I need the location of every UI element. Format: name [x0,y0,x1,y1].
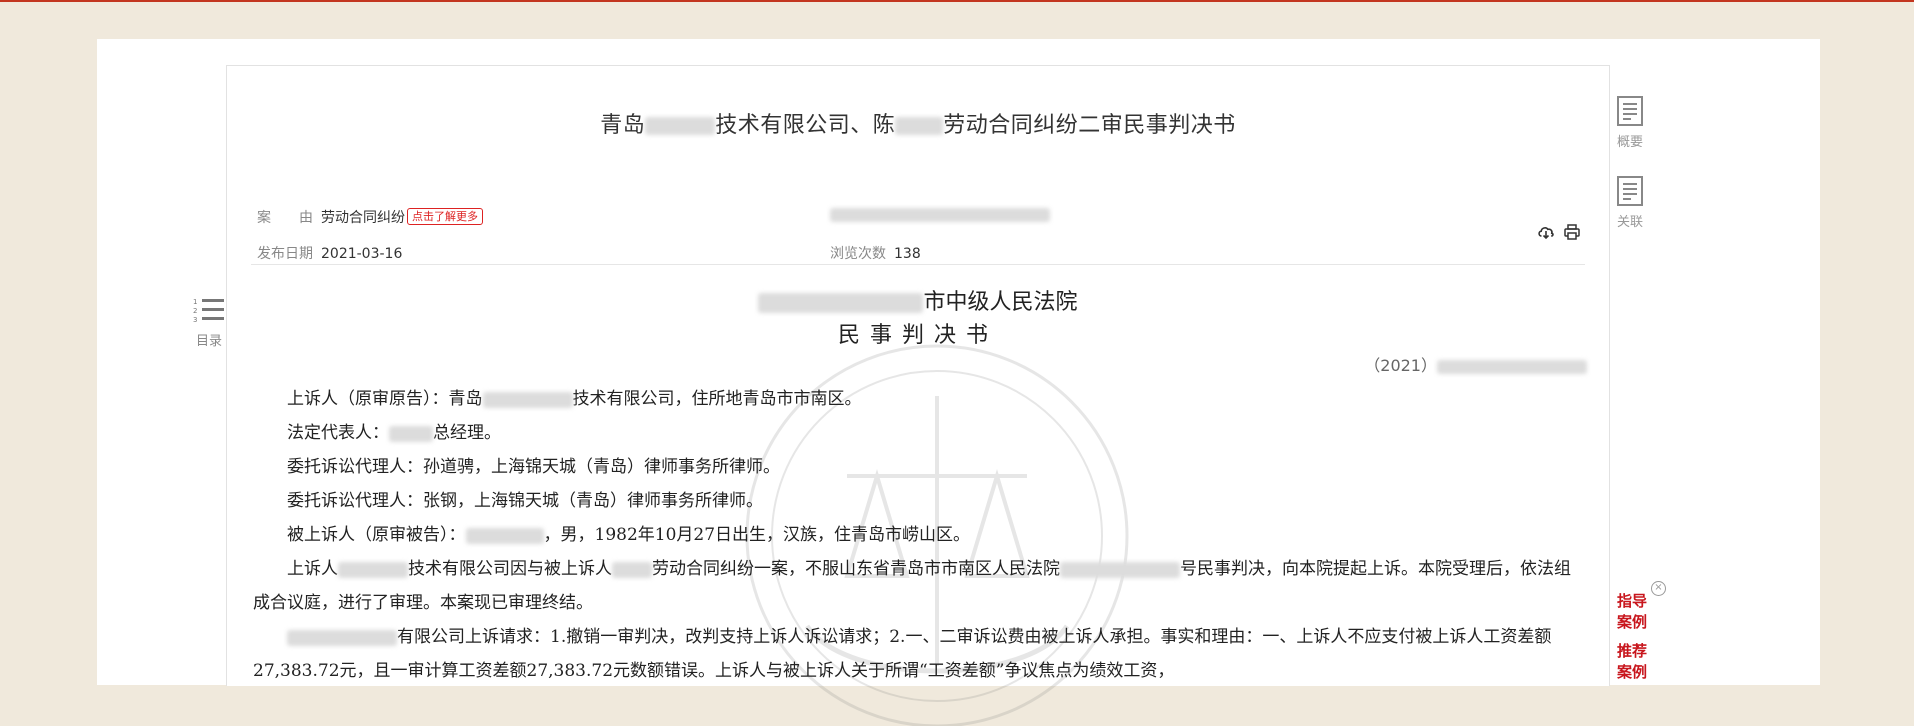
paragraph-appellee: 被上诉人（原审被告）： ，男，1982年10月27日出生，汉族，住青岛市崂山区。 [287,525,971,545]
summary-label: 概要 [1616,135,1643,150]
meta-divider [251,264,1585,265]
court-name: 市中级人民法院 [227,284,1609,316]
learn-more-button[interactable]: 点击了解更多 [407,208,483,225]
meta-views: 浏览次数 138 [830,243,921,263]
related-label: 关联 [1616,215,1643,230]
svg-text:1: 1 [193,298,197,306]
toc-button[interactable]: 1 2 3 目录 [186,296,232,349]
numbered-list-icon: 1 2 3 [193,298,224,324]
recommended-cases-link[interactable]: 推荐案例 [1617,641,1653,683]
meta-cause: 案 由劳动合同纠纷 点击了解更多 [257,207,483,227]
summary-document-icon [1617,96,1643,126]
related-document-icon [1617,176,1643,206]
publish-date-value: 2021-03-16 [321,246,403,262]
download-icon[interactable] [1537,223,1555,241]
redacted-court-prefix [758,293,924,313]
document-tools [1537,223,1581,241]
redacted-case-number-rest [1437,359,1587,374]
cause-label: 案 由 [257,210,313,226]
svg-text:3: 3 [193,316,197,324]
paragraph-legal-rep: 法定代表人： 总经理。 [287,423,501,443]
meta-case-number [830,207,1050,223]
case-number-prefix: （2021） [1364,356,1437,375]
redacted-text [645,117,716,135]
paragraph-appellant: 上诉人（原审原告）：青岛 技术有限公司，住所地青岛市市南区。 [287,389,862,409]
svg-text:2: 2 [193,307,197,315]
meta-publish-date: 发布日期 2021-03-16 [257,243,402,263]
redacted-case-number [830,208,1050,222]
paragraph-agent-2: 委托诉讼代理人：张钢，上海锦天城（青岛）律师事务所律师。 [287,491,763,511]
case-number: （2021） [1364,352,1587,376]
court-name-text: 市中级人民法院 [923,290,1078,315]
title-text-3: 劳动合同纠纷二审民事判决书 [943,113,1236,138]
toc-label: 目录 [195,334,222,349]
publish-date-label: 发布日期 [257,246,313,262]
views-count: 138 [894,246,921,262]
guide-cases-link[interactable]: 指导案例 [1617,591,1653,633]
top-accent-line [0,0,1914,2]
paragraph-agent-1: 委托诉讼代理人：孙道骋，上海锦天城（青岛）律师事务所律师。 [287,457,780,477]
document-frame: 青岛 技术有限公司、陈 劳动合同纠纷二审民事判决书 案 由劳动合同纠纷 点击了解更多 … [226,65,1610,726]
document-type: 民事判决书 [837,323,998,348]
title-text-1: 青岛 [600,113,646,138]
judgment-body: 上诉人（原审原告）：青岛 技术有限公司，住所地青岛市市南区。 法定代表人： 总经理。… [253,382,1583,688]
paragraph-case-summary: 上诉人 技术有限公司因与被上诉人 劳动合同纠纷一案，不服山东省青岛市市南区人民法院号… [253,559,1571,613]
paragraph-appeal-request: 有限公司上诉请求：1.撤销一审判决，改判支持上诉人诉讼请求；2.一、二审诉讼费由… [253,627,1552,681]
close-recommend-icon[interactable]: × [1651,581,1666,596]
summary-button[interactable]: 概要 [1608,95,1652,150]
title-text-2: 技术有限公司、陈 [715,113,896,138]
document-title: 青岛 技术有限公司、陈 劳动合同纠纷二审民事判决书 [227,107,1609,139]
cause-value: 劳动合同纠纷 [321,210,405,226]
redacted-text [895,117,944,135]
print-icon[interactable] [1563,223,1581,241]
views-label: 浏览次数 [830,246,886,262]
related-button[interactable]: 关联 [1608,175,1652,230]
